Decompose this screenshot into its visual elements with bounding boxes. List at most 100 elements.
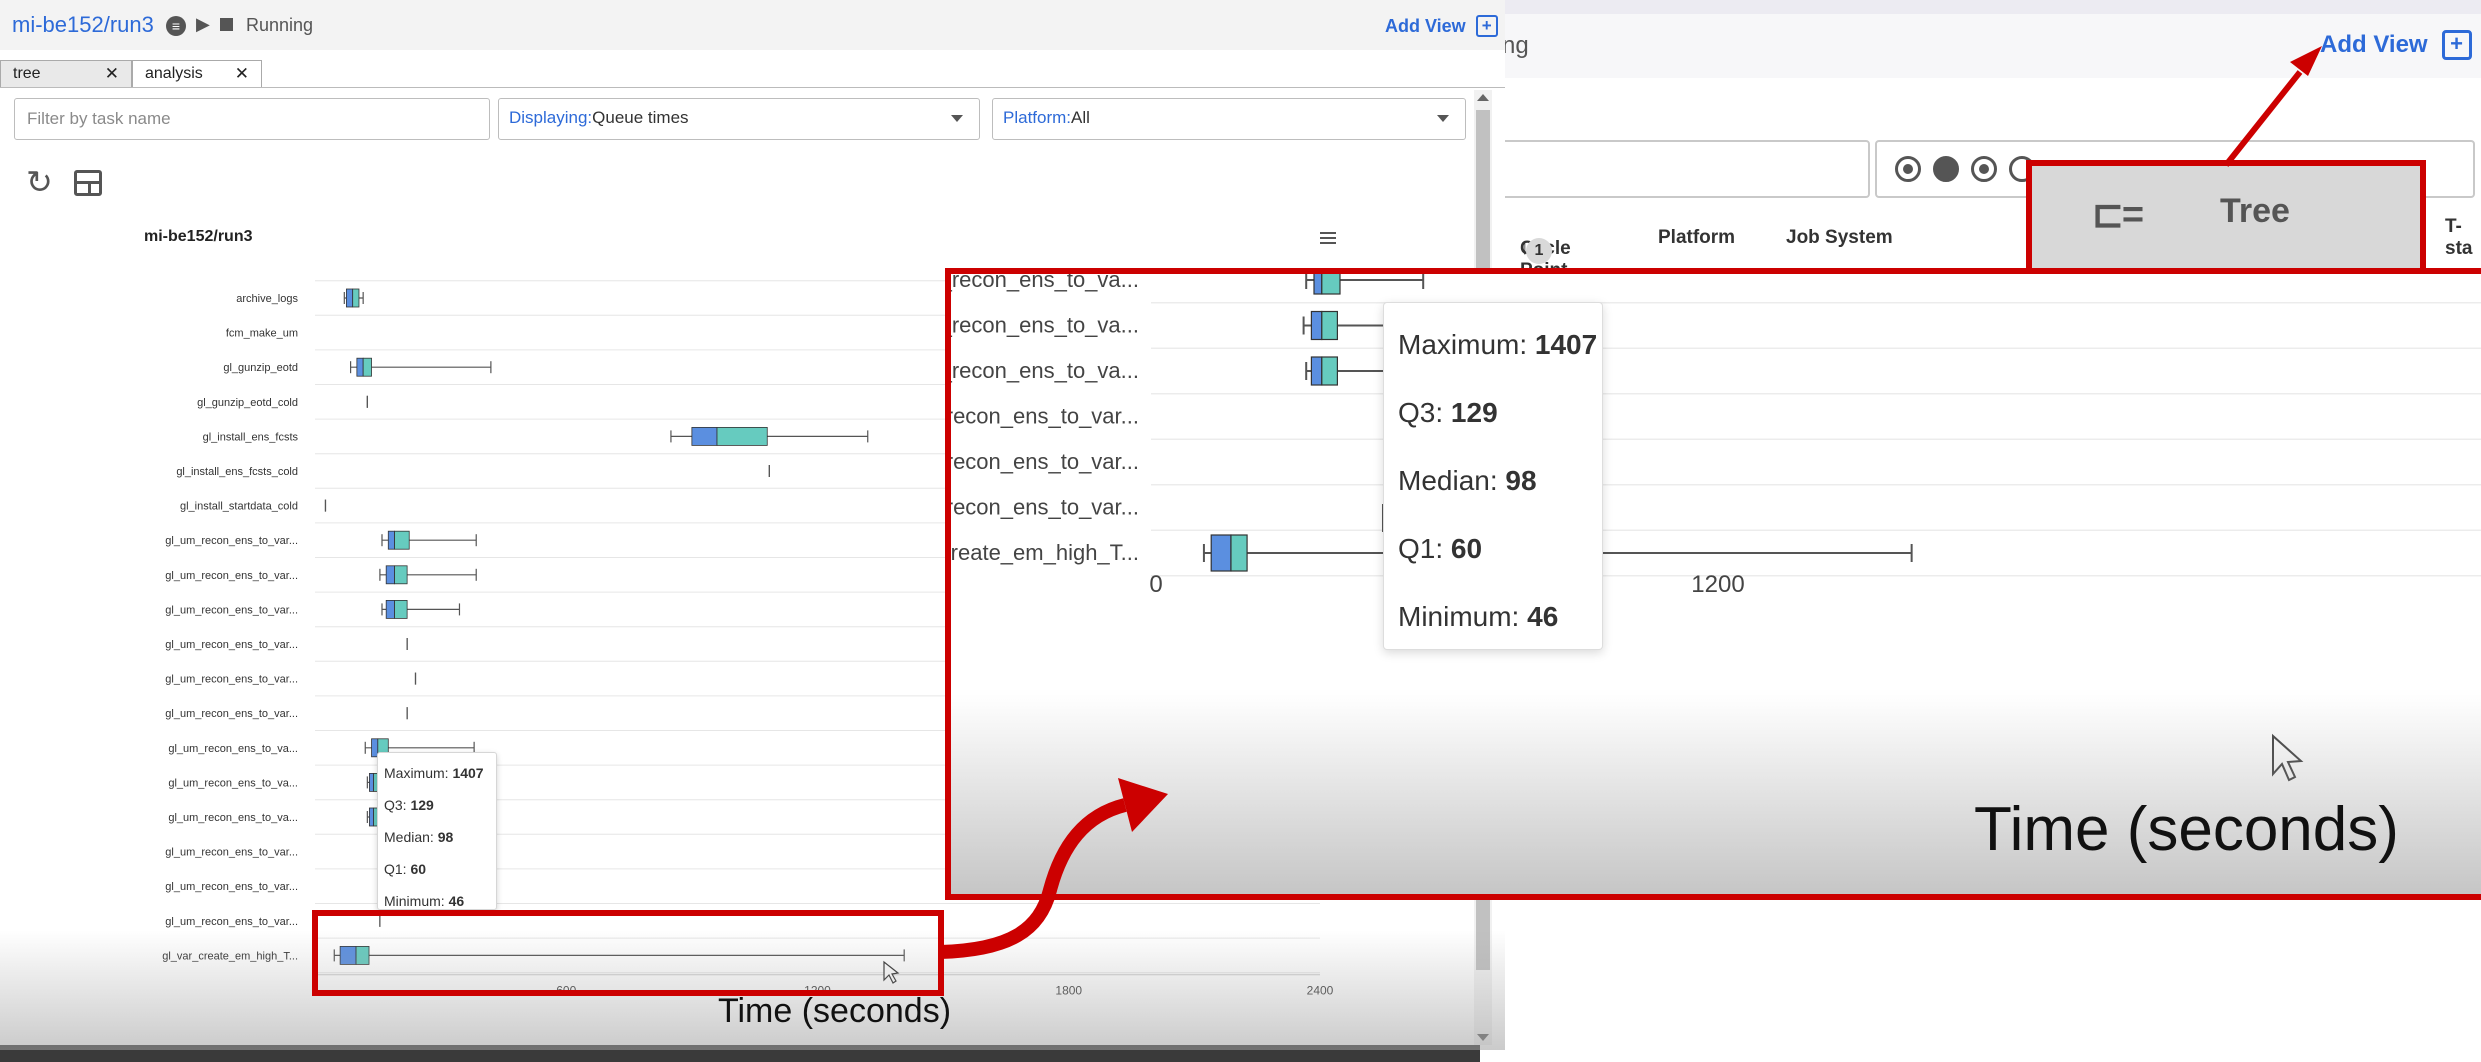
th-job-system[interactable]: Job System xyxy=(1786,227,1893,249)
box-lower xyxy=(387,530,395,550)
cursor-icon xyxy=(2272,733,2304,782)
zoom-tooltip-q3-label: Q3: xyxy=(1398,397,1444,428)
tooltip-q3-value: 129 xyxy=(410,797,434,813)
cursor-icon xyxy=(883,960,900,984)
box-lower xyxy=(346,288,354,308)
zoom-tooltip-q1-value: 60 xyxy=(1450,533,1483,564)
row-label: gl_um_recon_ens_to_var... xyxy=(165,604,298,616)
row-label: gl_um_recon_ens_to_var... xyxy=(165,881,298,893)
add-view-icon: + xyxy=(1475,15,1498,37)
tooltip-maximum-value: 1407 xyxy=(452,765,484,781)
scroll-down-icon[interactable] xyxy=(1477,1034,1489,1041)
zoom-row-label: gl_um_recon_ens_to_var... xyxy=(951,404,1139,429)
zoom-x-tick-label: 1200 xyxy=(1691,571,1744,598)
sort-badge: 1 xyxy=(1526,238,1552,264)
tooltip-maximum-label: Maximum: xyxy=(384,765,449,781)
tooltip-q3-label: Q3: xyxy=(384,797,407,813)
zoom-box-lower xyxy=(1313,274,1323,295)
row-label: gl_um_recon_ens_to_va... xyxy=(168,812,298,824)
zoom-box-upper xyxy=(1321,274,1341,295)
zoom-row-label: gl_um_recon_ens_to_va... xyxy=(951,313,1139,338)
row-label: gl_um_recon_ens_to_var... xyxy=(165,847,298,859)
zoom-box-lower xyxy=(1310,356,1323,386)
zoom-tooltip-median-label: Median: xyxy=(1398,465,1498,496)
zoom-box-lower xyxy=(1310,310,1323,341)
x-tick-label: 2400 xyxy=(1307,984,1334,998)
zoom-tooltip-minimum-value: 46 xyxy=(1527,601,1559,632)
zoom-box-upper xyxy=(1230,534,1248,572)
box-lower xyxy=(356,357,364,377)
tree-icon: ⊏= xyxy=(2092,194,2144,236)
x-tick-label: 1800 xyxy=(1055,984,1082,998)
tree-view-callout: ⊏= Tree xyxy=(2026,160,2426,272)
row-label: gl_um_recon_ens_to_var... xyxy=(165,916,298,928)
zoom-row-labels: gl_um_recon_ens_to_va... gl_um_recon_ens_… xyxy=(951,274,1139,565)
th-t-start[interactable]: T-sta xyxy=(2445,216,2481,260)
zoom-row-label: gl_um_recon_ens_to_var... xyxy=(951,495,1139,520)
row-label: gl_um_recon_ens_to_va... xyxy=(168,743,298,755)
row-label: gl_um_recon_ens_to_var... xyxy=(165,535,298,547)
box-lower xyxy=(691,426,718,446)
zoom-row-label: gl_um_recon_ens_to_va... xyxy=(951,358,1139,383)
row-label: gl_um_recon_ens_to_var... xyxy=(165,674,298,686)
scroll-up-icon[interactable] xyxy=(1477,94,1489,101)
zoom-tooltip-minimum-label: Minimum: xyxy=(1398,601,1520,632)
zoom-callout: gl_um_recon_ens_to_va... gl_um_recon_ens_… xyxy=(945,268,2481,900)
zoom-box-upper xyxy=(1321,310,1338,341)
tree-view-label[interactable]: Tree xyxy=(2220,192,2290,231)
row-label: gl_var_create_em_high_T... xyxy=(162,950,298,962)
row-label: gl_gunzip_eotd_cold xyxy=(197,397,298,409)
toggle-icon[interactable] xyxy=(1895,156,1921,182)
row-label: gl_um_recon_ens_to_var... xyxy=(165,570,298,582)
box-lower xyxy=(369,773,375,792)
background-status-text: ng xyxy=(1502,32,1529,59)
background-topstrip xyxy=(1480,0,2481,14)
box-upper xyxy=(394,600,408,619)
chart-menu-icon[interactable] xyxy=(1320,232,1336,244)
row-label: archive_logs xyxy=(236,293,298,305)
toggle-icon[interactable] xyxy=(1933,156,1959,182)
box-lower xyxy=(369,807,375,827)
tooltip-median-label: Median: xyxy=(384,829,434,845)
zoom-box-lower xyxy=(1210,534,1232,572)
x-tick-label: 0 xyxy=(312,984,319,998)
background-search-input[interactable] xyxy=(1470,140,1870,198)
tooltip-minimum-label: Minimum: xyxy=(384,893,445,909)
row-label: gl_um_recon_ens_to_var... xyxy=(165,639,298,651)
tooltip-median-value: 98 xyxy=(437,829,454,845)
toggle-icon[interactable] xyxy=(1971,156,1997,182)
zoom-row-label: gl_um_recon_ens_to_va... xyxy=(951,274,1139,292)
tooltip-q1-label: Q1: xyxy=(384,861,407,877)
add-view-icon: + xyxy=(2441,30,2472,60)
zoom-tooltip-q3-value: 129 xyxy=(1450,397,1498,428)
zoom-row-label: gl_var_create_em_high_T... xyxy=(951,540,1139,565)
zoom-tooltip-median-value: 98 xyxy=(1505,465,1537,496)
zoom-gridlines xyxy=(1151,302,2481,577)
box-lower xyxy=(339,946,357,965)
zoom-row-label: gl_um_recon_ens_to_var... xyxy=(951,449,1139,474)
background-add-view-button[interactable]: Add View + xyxy=(2320,30,2472,60)
screenshot-stage: ng Add View + Cycle Point ↓1 Platform Jo… xyxy=(0,0,2481,1062)
box-upper xyxy=(394,530,410,550)
chart-row-labels: archive_logs fcm_make_um gl_gunzip_eotd gl_… xyxy=(162,293,298,962)
row-label: gl_um_recon_ens_to_var... xyxy=(165,708,298,720)
box-lower xyxy=(385,600,395,619)
box-upper xyxy=(362,357,372,377)
th-platform[interactable]: Platform xyxy=(1658,227,1735,249)
box-lower xyxy=(385,565,395,585)
chart-title: mi-be152/run3 xyxy=(144,228,253,245)
box-upper xyxy=(394,565,408,585)
box-upper xyxy=(355,946,370,965)
row-label: gl_install_ens_fcsts_cold xyxy=(176,466,298,478)
row-label: gl_install_ens_fcsts xyxy=(203,431,299,443)
zoom-axis-title: Time (seconds) xyxy=(1974,795,2399,864)
zoom-tooltip-q1-label: Q1: xyxy=(1398,533,1444,564)
box-upper xyxy=(352,288,360,308)
row-label: gl_um_recon_ens_to_va... xyxy=(168,777,298,789)
row-label: gl_install_startdata_cold xyxy=(180,501,298,513)
box-upper xyxy=(716,426,768,446)
annotation-axis-title: Time (seconds) xyxy=(718,992,952,1030)
zoom-tooltip-maximum-value: 1407 xyxy=(1534,329,1598,360)
x-tick-label: 600 xyxy=(556,984,576,998)
zoom-x-tick-label: 0 xyxy=(1149,571,1162,598)
